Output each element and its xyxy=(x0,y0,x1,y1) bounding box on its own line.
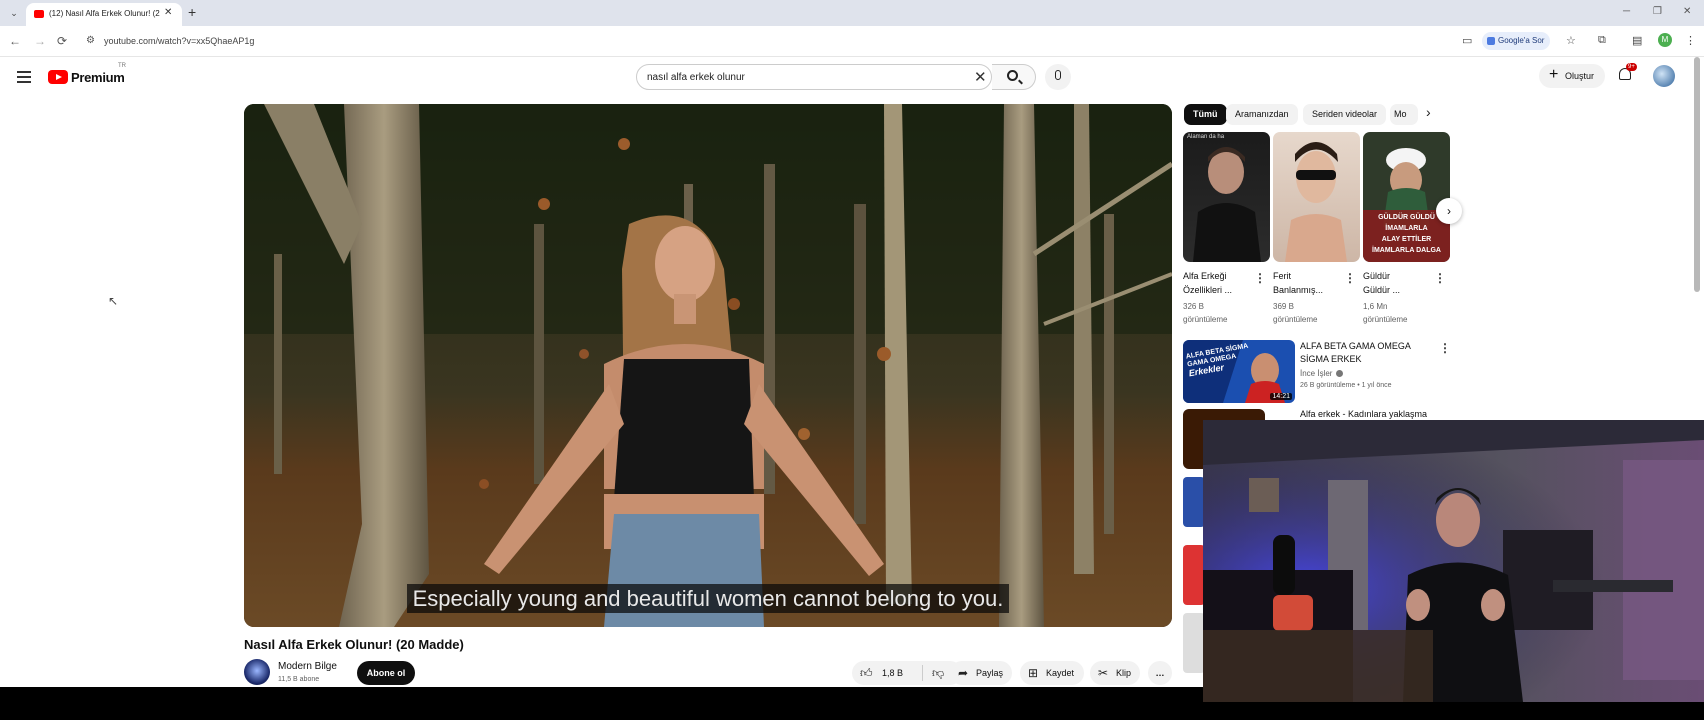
rec-title[interactable]: ALFA BETA GAMA OMEGA SİGMA ERKEK xyxy=(1300,340,1440,366)
short-2-views: 369 Bgörüntüleme xyxy=(1273,302,1318,324)
like-dislike-group: 👍︎ 1,8 B 👎︎ xyxy=(852,661,962,685)
channel-name[interactable]: Modern Bilge xyxy=(278,661,337,672)
short-1-views: 326 Bgörüntüleme xyxy=(1183,302,1228,324)
chip-more[interactable]: Mo xyxy=(1390,104,1418,125)
video-frame xyxy=(244,104,1172,627)
chip-series[interactable]: Seriden videolar xyxy=(1303,104,1387,125)
short-thumbnail-3[interactable]: GÜLDÜR GÜLDÜ İMAMLARLA ALAY ETTİLER İMAM… xyxy=(1363,132,1450,262)
youtube-favicon-icon xyxy=(34,10,44,18)
video-caption: Especially young and beautiful women can… xyxy=(244,584,1172,613)
rec4-thumbnail[interactable] xyxy=(1183,545,1205,605)
microphone-icon xyxy=(1055,70,1061,80)
back-icon[interactable]: ← xyxy=(9,34,21,48)
video-title: Nasıl Alfa Erkek Olunur! (20 Madde) xyxy=(244,637,464,652)
page-scrollbar[interactable] xyxy=(1694,57,1700,292)
clear-search-icon[interactable]: ✕ xyxy=(974,68,987,86)
short-1-overlay: Alaman da ha xyxy=(1187,134,1225,140)
site-info-icon[interactable]: ⚙ xyxy=(86,35,95,46)
youtube-play-icon xyxy=(48,70,68,84)
short-3-menu-icon[interactable]: ⋮ xyxy=(1434,271,1446,285)
minimize-icon[interactable]: ─ xyxy=(1623,6,1630,17)
rec2-title[interactable]: Alfa erkek - Kadınlara yaklaşma xyxy=(1300,409,1427,419)
browser-toolbar: ← → ⟳ ⚙ youtube.com/watch?v=xx5QhaeAP1g … xyxy=(0,26,1704,57)
sidepanel-icon[interactable]: ▤ xyxy=(1632,34,1642,47)
browser-tab[interactable]: (12) Nasıl Alfa Erkek Olunur! (2 xyxy=(26,3,182,26)
search-button[interactable] xyxy=(992,64,1036,90)
account-avatar[interactable] xyxy=(1653,65,1675,87)
window-close-icon[interactable]: ✕ xyxy=(1683,6,1691,17)
share-icon: ➦ xyxy=(958,666,969,680)
chip-all[interactable]: Tümü xyxy=(1184,104,1227,125)
short-thumbnail-1[interactable]: Alaman da ha xyxy=(1183,132,1270,262)
save-icon: ⊞ xyxy=(1028,666,1039,680)
forward-icon[interactable]: → xyxy=(34,34,46,48)
dislike-icon[interactable]: 👎︎ xyxy=(932,661,944,685)
bookmark-star-icon[interactable]: ☆ xyxy=(1566,34,1576,47)
short-1-image xyxy=(1193,147,1261,262)
rec-duration: 14:21 xyxy=(1270,393,1292,400)
search-input[interactable] xyxy=(647,69,947,86)
channel-avatar[interactable] xyxy=(244,659,270,685)
save-label: Kaydet xyxy=(1046,668,1075,678)
short-3-overlay: GÜLDÜR GÜLDÜ İMAMLARLA ALAY ETTİLER İMAM… xyxy=(1372,214,1441,254)
logo-wordmark: Premium xyxy=(71,70,125,85)
short-2-title[interactable]: Ferit Banlanmış... xyxy=(1273,269,1347,297)
short-thumbnail-2[interactable] xyxy=(1273,132,1360,262)
like-divider xyxy=(922,665,923,681)
webcam-overlay xyxy=(1203,420,1704,702)
mouse-cursor-icon: ↖ xyxy=(108,294,119,308)
browser-profile-avatar[interactable]: M xyxy=(1658,33,1672,47)
tab-search-icon[interactable]: ⌄ xyxy=(5,5,23,21)
clip-button[interactable]: ✂ Klip xyxy=(1090,661,1140,685)
browser-tab-bar: ⌄ (12) Nasıl Alfa Erkek Olunur! (2 ✕ + ─… xyxy=(0,0,1704,26)
browser-menu-icon[interactable]: ⋮ xyxy=(1685,34,1696,47)
maximize-icon[interactable]: ❐ xyxy=(1653,6,1662,17)
tab-close-icon[interactable]: ✕ xyxy=(164,7,172,18)
rec-channel[interactable]: İnce İşler xyxy=(1300,369,1332,378)
share-button[interactable]: ➦ Paylaş xyxy=(950,661,1012,685)
webcam-image xyxy=(1203,420,1704,702)
short-2-menu-icon[interactable]: ⋮ xyxy=(1344,271,1356,285)
verified-icon xyxy=(1336,370,1343,377)
rec-menu-icon[interactable]: ⋮ xyxy=(1439,341,1451,355)
short-1-menu-icon[interactable]: ⋮ xyxy=(1254,271,1266,285)
video-player[interactable]: Especially young and beautiful women can… xyxy=(244,104,1172,627)
subscriber-count: 11,5 B abone xyxy=(278,676,320,683)
short-2-image xyxy=(1285,142,1347,262)
save-button[interactable]: ⊞ Kaydet xyxy=(1020,661,1084,685)
tab-title: (12) Nasıl Alfa Erkek Olunur! (2 xyxy=(49,9,160,18)
chip-from-search[interactable]: Aramanızdan xyxy=(1226,104,1298,125)
scissors-icon: ✂ xyxy=(1098,666,1109,680)
short-1-title[interactable]: Alfa Erkeği Özellikleri ... xyxy=(1183,269,1257,297)
rec3-thumbnail[interactable] xyxy=(1183,477,1205,527)
short-3-title[interactable]: Güldür Güldür ... xyxy=(1363,269,1437,297)
search-icon xyxy=(1007,70,1018,81)
like-count[interactable]: 1,8 B xyxy=(882,661,903,685)
share-label: Paylaş xyxy=(976,668,1004,678)
logo-country: TR xyxy=(118,63,126,69)
create-button[interactable]: Oluştur xyxy=(1539,63,1605,88)
like-icon[interactable]: 👍︎ xyxy=(860,661,873,685)
address-bar[interactable]: youtube.com/watch?v=xx5QhaeAP1g xyxy=(104,36,254,46)
notifications-button[interactable]: 9+ xyxy=(1617,63,1637,83)
new-tab-icon[interactable]: + xyxy=(188,4,196,20)
short-3-views: 1,6 Mn görüntüleme xyxy=(1363,302,1408,324)
search-box[interactable]: ✕ xyxy=(636,64,992,90)
extensions-icon[interactable]: ⧉ xyxy=(1598,34,1606,47)
install-app-icon[interactable]: ▭ xyxy=(1462,34,1472,47)
subscribe-button[interactable]: Abone ol xyxy=(357,661,415,685)
shorts-next-icon[interactable]: › xyxy=(1436,198,1462,224)
google-ask-button[interactable]: Google'a Sor xyxy=(1482,32,1551,50)
rec5-thumbnail[interactable] xyxy=(1183,613,1205,673)
more-actions-button[interactable]: … xyxy=(1148,661,1172,685)
chips-next-icon[interactable]: › xyxy=(1426,104,1431,120)
notification-badge: 9+ xyxy=(1626,63,1637,71)
rec-thumbnail[interactable]: ALFA BETA SİGMA GAMA OMEGA Erkekler 14:2… xyxy=(1183,340,1295,403)
reload-icon[interactable]: ⟳ xyxy=(57,34,67,48)
clip-label: Klip xyxy=(1116,668,1132,678)
rec-meta: 26 B görüntüleme • 1 yıl önce xyxy=(1300,382,1392,389)
hamburger-menu-icon[interactable] xyxy=(17,71,31,86)
voice-search-button[interactable] xyxy=(1045,64,1071,90)
